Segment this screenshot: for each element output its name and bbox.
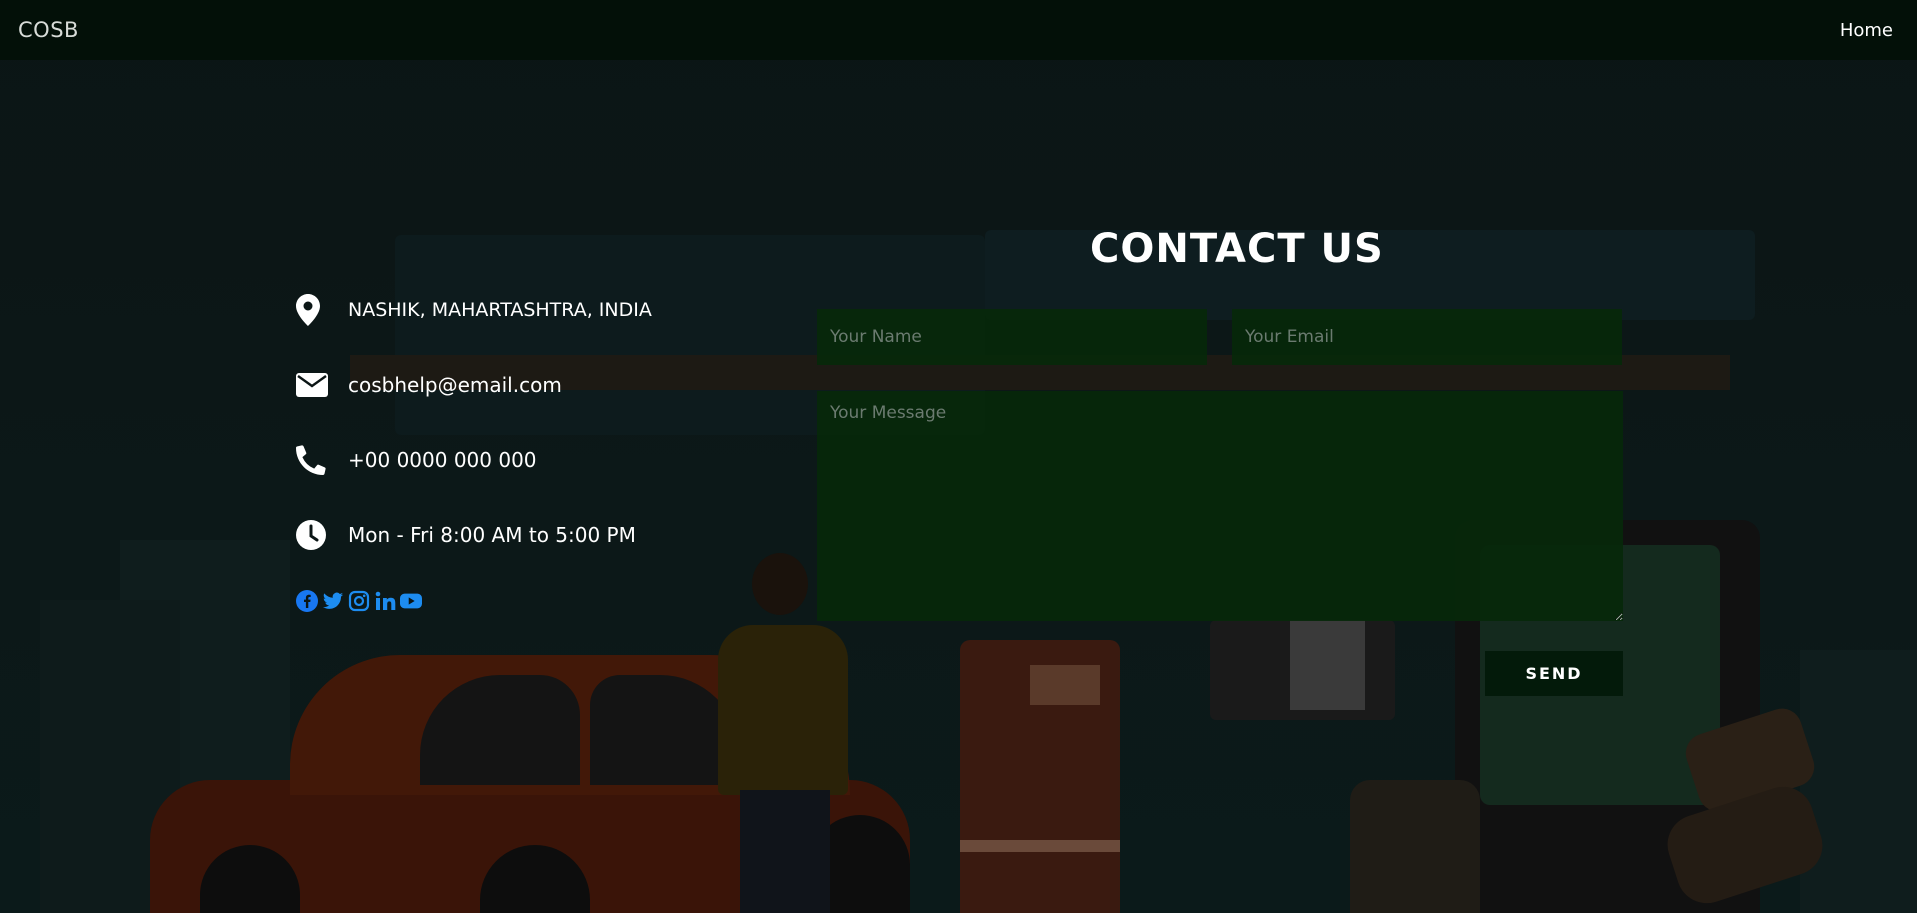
contact-info: NASHIK, MAHARTASHTRA, INDIA cosbhelp@ema…	[296, 290, 652, 612]
address-text: NASHIK, MAHARTASHTRA, INDIA	[348, 299, 652, 321]
youtube-icon[interactable]	[400, 590, 422, 612]
linkedin-icon[interactable]	[374, 590, 396, 612]
navbar: COSB Home	[0, 0, 1917, 60]
clock-icon	[296, 518, 330, 552]
instagram-icon[interactable]	[348, 590, 370, 612]
hours-text: Mon - Fri 8:00 AM to 5:00 PM	[348, 523, 636, 547]
phone-text[interactable]: +00 0000 000 000	[348, 448, 537, 472]
address-row: NASHIK, MAHARTASHTRA, INDIA	[296, 290, 652, 330]
message-textarea[interactable]	[817, 391, 1623, 621]
location-pin-icon	[296, 293, 330, 327]
send-button[interactable]: SEND	[1485, 651, 1623, 696]
phone-row: +00 0000 000 000	[296, 440, 652, 480]
social-links	[296, 590, 652, 612]
email-input[interactable]	[1232, 309, 1622, 365]
envelope-icon	[296, 368, 330, 402]
phone-icon	[296, 443, 330, 477]
name-input[interactable]	[817, 309, 1207, 365]
nav-link-home[interactable]: Home	[1840, 20, 1893, 41]
email-text[interactable]: cosbhelp@email.com	[348, 373, 562, 397]
facebook-icon[interactable]	[296, 590, 318, 612]
brand-logo[interactable]: COSB	[18, 18, 79, 42]
hours-row: Mon - Fri 8:00 AM to 5:00 PM	[296, 515, 652, 555]
email-row: cosbhelp@email.com	[296, 365, 652, 405]
twitter-icon[interactable]	[322, 590, 344, 612]
contact-title: CONTACT US	[1090, 226, 1384, 272]
